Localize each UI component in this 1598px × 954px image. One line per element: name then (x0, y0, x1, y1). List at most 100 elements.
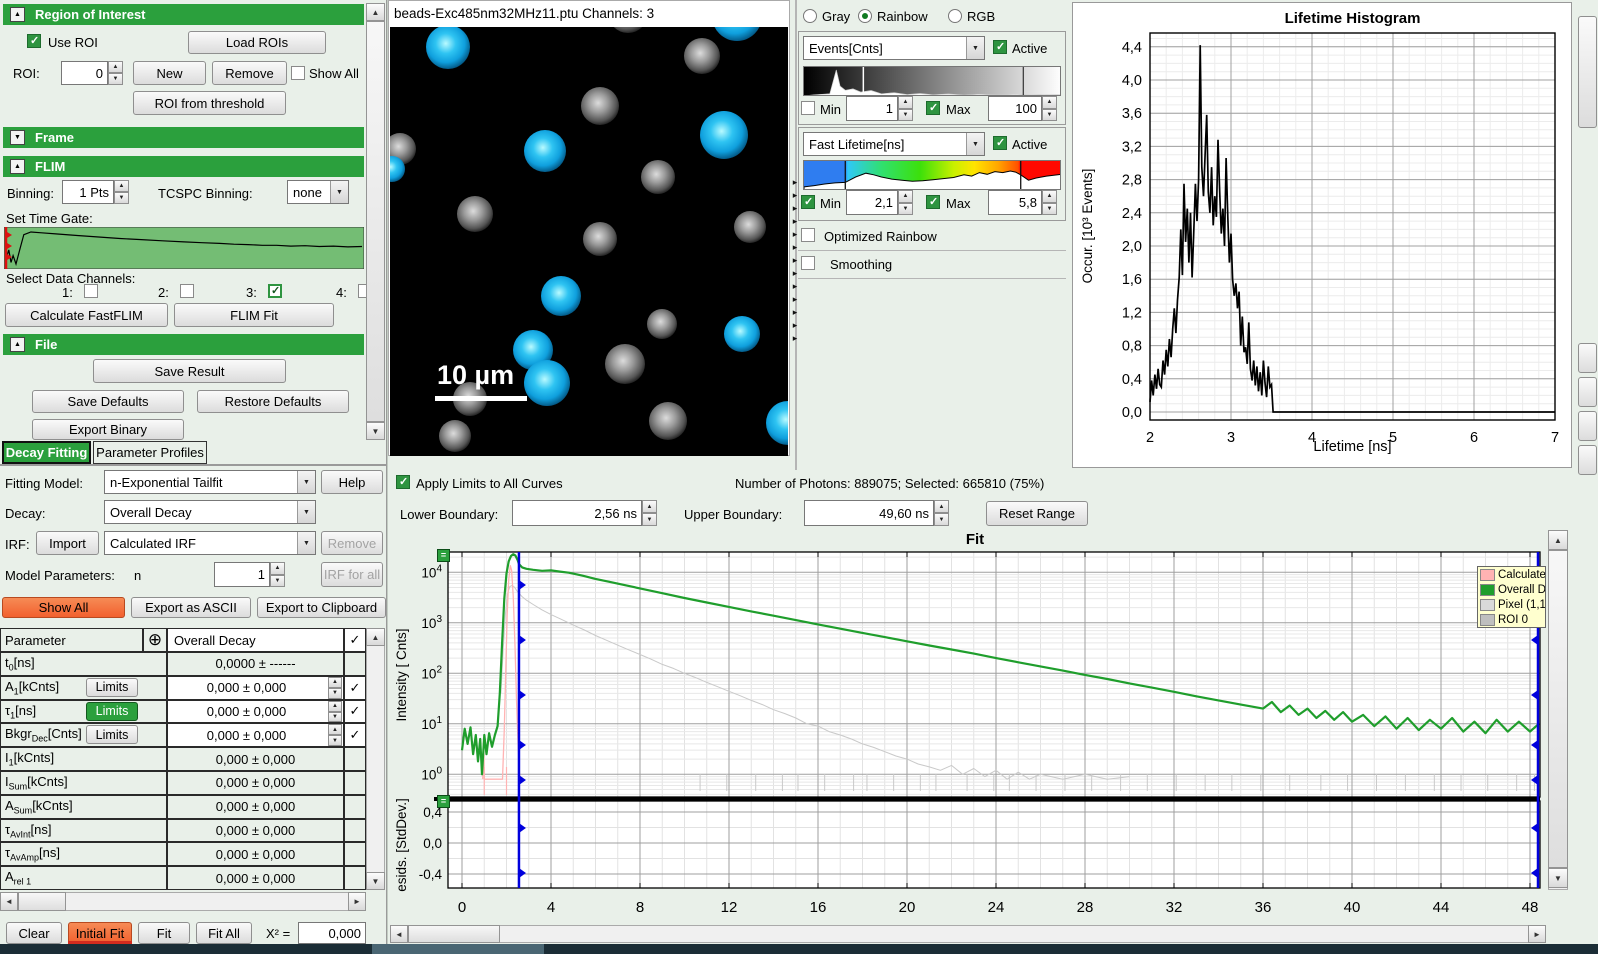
lower-boundary-field[interactable]: 2,56 ns (512, 500, 642, 526)
spin-up-icon[interactable]: ▲ (108, 61, 123, 73)
roi-from-threshold-button[interactable]: ROI from threshold (133, 91, 286, 115)
show-all-button[interactable]: Show All (2, 597, 125, 618)
scrollbar-thumb[interactable] (18, 892, 66, 911)
collapse-up-icon[interactable]: ▲ (10, 159, 25, 174)
fit-hscrollbar[interactable] (390, 925, 1546, 943)
panel-expand-icon[interactable]: ▸ (789, 202, 801, 215)
scrollbar-thumb[interactable] (1548, 550, 1568, 868)
remove-roi-button[interactable]: Remove (212, 61, 287, 85)
lifetime-max-spinner[interactable]: ▲▼ (1042, 190, 1057, 215)
save-defaults-button[interactable]: Save Defaults (32, 390, 184, 413)
side-toolbar-button[interactable] (1578, 377, 1597, 407)
irf-dropdown[interactable]: Calculated IRF ▼ (104, 531, 316, 555)
lifetime-histogram-bar[interactable] (803, 160, 1061, 190)
globe-icon[interactable]: ⊕ (143, 628, 167, 652)
n-spinner[interactable]: ▲▼ (270, 562, 285, 587)
table-scrollbar[interactable] (366, 628, 385, 890)
table-header-column[interactable]: Overall Decay (167, 628, 344, 652)
export-ascii-button[interactable]: Export as ASCII (131, 597, 251, 618)
spin-up-icon[interactable]: ▲ (270, 562, 285, 575)
scroll-down-icon[interactable]: ▼ (366, 422, 385, 440)
side-toolbar-button[interactable] (1578, 16, 1597, 128)
param-spinner[interactable]: ▲▼ (328, 724, 342, 746)
param-value-field[interactable]: 0,000 ± 0,000 (167, 676, 344, 700)
spin-down-icon[interactable]: ▼ (1042, 109, 1057, 122)
export-binary-button[interactable]: Export Binary (32, 419, 184, 440)
events-max-spinner[interactable]: ▲▼ (1042, 96, 1057, 121)
scrollbar-thumb[interactable] (366, 21, 385, 422)
events-min-checkbox[interactable] (801, 101, 815, 115)
collapse-up-icon[interactable]: ▲ (10, 337, 25, 352)
column-check-icon[interactable]: ✓ (344, 628, 366, 652)
dropdown-arrow-icon[interactable]: ▼ (330, 181, 348, 203)
spin-down-icon[interactable]: ▼ (898, 203, 913, 216)
events-max-checkbox[interactable] (926, 101, 940, 115)
plot-handle[interactable]: = (437, 795, 450, 808)
decay-dropdown[interactable]: Overall Decay ▼ (104, 500, 316, 524)
mode-radio-rgb[interactable] (948, 9, 962, 23)
side-toolbar-button[interactable] (1578, 411, 1597, 441)
upper-boundary-field[interactable]: 49,60 ns (804, 500, 934, 526)
lifetime-max-field[interactable]: 5,8 (988, 190, 1042, 215)
lower-boundary-spinner[interactable]: ▲▼ (642, 500, 657, 526)
panel-expand-icon[interactable]: ▸ (789, 241, 801, 254)
irf-import-button[interactable]: Import (36, 531, 99, 555)
clear-button[interactable]: Clear (6, 922, 62, 944)
fit-all-button[interactable]: Fit All (196, 922, 252, 944)
scroll-right-icon[interactable]: ► (348, 892, 366, 911)
events-min-field[interactable]: 1 (846, 96, 898, 121)
collapse-down-icon[interactable]: ▼ (10, 130, 25, 145)
fitting-model-dropdown[interactable]: n-Exponential Tailfit ▼ (104, 470, 316, 494)
scroll-left-icon[interactable]: ◄ (390, 925, 408, 943)
spin-up-icon[interactable]: ▲ (114, 180, 129, 192)
panel-expand-icon[interactable]: ▸ (789, 280, 801, 293)
spin-down-icon[interactable]: ▼ (898, 109, 913, 122)
panel-expand-icon[interactable]: ▸ (789, 215, 801, 228)
spin-up-icon[interactable]: ▲ (898, 96, 913, 109)
restore-defaults-button[interactable]: Restore Defaults (197, 390, 349, 413)
mode-radio-rainbow[interactable] (858, 9, 872, 23)
spin-down-icon[interactable]: ▼ (270, 575, 285, 588)
lifetime-min-checkbox[interactable] (801, 195, 815, 209)
channel-3-checkbox[interactable] (268, 284, 282, 298)
flim-fit-button[interactable]: FLIM Fit (174, 303, 334, 327)
scroll-up-icon[interactable]: ▲ (1548, 530, 1568, 550)
panel-expand-icon[interactable]: ▸ (789, 293, 801, 306)
scroll-left-icon[interactable]: ◄ (0, 892, 18, 911)
scrollbar-thumb[interactable] (408, 925, 500, 943)
scroll-down-icon[interactable]: ▼ (366, 872, 385, 890)
spin-down-icon[interactable]: ▼ (1042, 203, 1057, 216)
lifetime-dropdown[interactable]: Fast Lifetime[ns] ▼ (803, 132, 985, 156)
save-result-button[interactable]: Save Result (93, 359, 286, 383)
limits-button[interactable]: Limits (86, 702, 138, 721)
dropdown-arrow-icon[interactable]: ▼ (297, 471, 315, 493)
spin-up-icon[interactable]: ▲ (1042, 190, 1057, 203)
panel-expand-icon[interactable]: ▸ (789, 189, 801, 202)
binning-field[interactable]: 1 Pts (62, 180, 114, 204)
dropdown-arrow-icon[interactable]: ▼ (966, 37, 984, 59)
panel-expand-icon[interactable]: ▸ (789, 228, 801, 241)
spin-up-icon[interactable]: ▲ (934, 500, 949, 513)
spin-up-icon[interactable]: ▲ (1042, 96, 1057, 109)
scroll-up-icon[interactable]: ▲ (366, 3, 385, 21)
use-roi-checkbox[interactable] (27, 34, 41, 48)
n-field[interactable]: 1 (214, 562, 270, 587)
section-header-roi[interactable]: ▲ Region of Interest (3, 4, 364, 25)
events-dropdown[interactable]: Events[Cnts] ▼ (803, 36, 985, 60)
limits-button[interactable]: Limits (86, 678, 138, 697)
lifetime-max-checkbox[interactable] (926, 195, 940, 209)
tab-parameter-profiles[interactable]: Parameter Profiles (93, 441, 207, 464)
binning-spinner[interactable]: ▲▼ (114, 180, 129, 204)
param-check-icon[interactable]: ✓ (344, 700, 366, 724)
dropdown-arrow-icon[interactable]: ▼ (297, 501, 315, 523)
events-histogram-bar[interactable] (803, 66, 1061, 96)
fit-button[interactable]: Fit (138, 922, 190, 944)
scroll-down-icon[interactable]: ▼ (1548, 868, 1568, 888)
param-spinner[interactable]: ▲▼ (328, 677, 342, 699)
lifetime-min-field[interactable]: 2,1 (846, 190, 898, 215)
help-button[interactable]: Help (321, 470, 383, 494)
plot-handle[interactable]: = (437, 549, 450, 562)
spin-down-icon[interactable]: ▼ (934, 513, 949, 526)
calculate-fastflim-button[interactable]: Calculate FastFLIM (5, 303, 168, 327)
panel-arrow-strip[interactable]: ▸▸▸▸▸▸▸▸▸▸▸▸▸ (789, 176, 801, 351)
